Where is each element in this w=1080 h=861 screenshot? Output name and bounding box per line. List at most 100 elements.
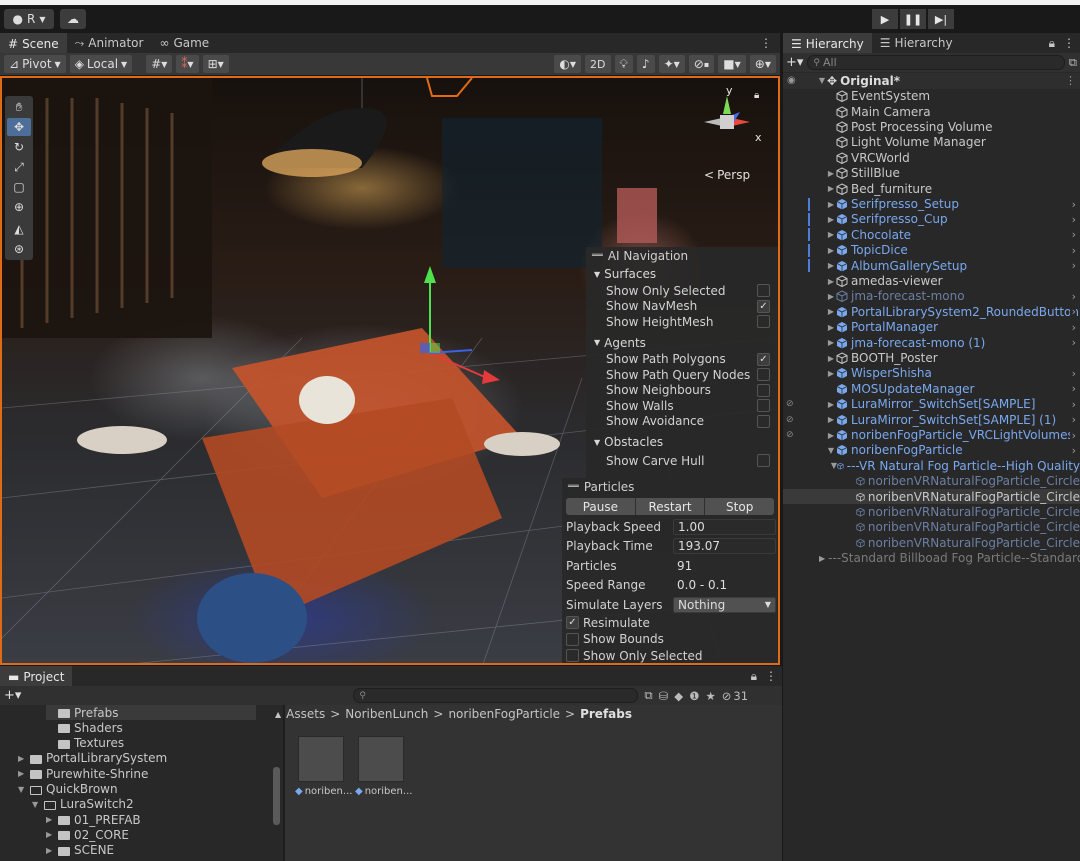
nav-option-checkbox[interactable] bbox=[757, 383, 770, 397]
particles-restart-button[interactable]: Restart bbox=[636, 498, 706, 515]
filter-type-icon[interactable]: ⛁ bbox=[659, 689, 669, 703]
play-button[interactable]: ▶ bbox=[872, 9, 898, 29]
orientation-gizmo[interactable]: y x bbox=[692, 84, 762, 148]
chevron-down-icon[interactable]: ▼ bbox=[817, 76, 827, 85]
playback-time-field[interactable]: 193.07 bbox=[673, 538, 776, 555]
nav-option-checkbox[interactable] bbox=[757, 284, 770, 298]
playback-speed-field[interactable]: 1.00 bbox=[673, 518, 776, 535]
effects-dropdown[interactable]: ✦ ▼ bbox=[658, 55, 685, 73]
particles-stop-button[interactable]: Stop bbox=[705, 498, 774, 515]
folder-tree-item[interactable]: Textures bbox=[46, 736, 124, 751]
hierarchy-item[interactable]: ▶ ---Standard Billboad Fog Particle--Stan… bbox=[783, 551, 1080, 567]
breadcrumb-item[interactable]: NoribenLunch bbox=[345, 707, 428, 721]
open-prefab-chevron-icon[interactable]: › bbox=[1069, 305, 1076, 319]
hierarchy-item[interactable]: EventSystem bbox=[783, 89, 1080, 105]
tab-animator[interactable]: ⤳ Animator bbox=[67, 33, 152, 53]
hierarchy-item[interactable]: ▶ Serifpresso_Cup › bbox=[783, 212, 1080, 228]
hierarchy-item[interactable]: ▶ AlbumGallerySetup › bbox=[783, 258, 1080, 274]
nav-option-checkbox[interactable] bbox=[757, 399, 770, 413]
folder-tree-item[interactable]: ▼ LuraSwitch2 bbox=[32, 797, 134, 812]
chevron-right-icon[interactable]: ▶ bbox=[826, 415, 836, 424]
asset-label[interactable]: ◆ noriben... bbox=[355, 786, 412, 797]
hierarchy-item[interactable]: ▶ StillBlue bbox=[783, 166, 1080, 182]
hierarchy-item[interactable]: noribenVRNaturalFogParticle_Circle bbox=[783, 504, 1080, 520]
resimulate-toggle[interactable]: ✓ Resimulate bbox=[562, 615, 778, 632]
chevron-right-icon[interactable]: ▶ bbox=[826, 246, 836, 255]
hierarchy-menu-button[interactable]: ⋮ bbox=[1058, 33, 1080, 53]
chevron-right-icon[interactable]: ▶ bbox=[826, 215, 836, 224]
visibility-toggle[interactable]: ⊘ ▪ bbox=[688, 55, 715, 73]
hierarchy-item[interactable]: ▶ Bed_furniture bbox=[783, 181, 1080, 197]
cloud-button[interactable]: ☁ bbox=[60, 9, 86, 29]
folder-tree-item[interactable]: ▶ Purewhite-Shrine bbox=[18, 766, 148, 781]
chevron-right-icon[interactable]: ▶ bbox=[826, 431, 836, 440]
resimulate-checkbox[interactable]: ✓ bbox=[566, 616, 579, 630]
hierarchy-item[interactable]: VRCWorld bbox=[783, 150, 1080, 166]
audio-toggle[interactable]: ♪ bbox=[636, 55, 655, 73]
open-prefab-chevron-icon[interactable]: › bbox=[1069, 320, 1076, 334]
custom-tool-2[interactable]: ⊛ bbox=[7, 240, 31, 258]
open-prefab-chevron-icon[interactable]: › bbox=[1069, 413, 1076, 427]
chevron-right-icon[interactable]: ▶ bbox=[826, 230, 836, 239]
particles-pause-button[interactable]: Pause bbox=[566, 498, 636, 515]
tab-game[interactable]: ∞ Game bbox=[151, 33, 217, 53]
hierarchy-item[interactable]: ▶ Serifpresso_Setup › bbox=[783, 196, 1080, 212]
chevron-up-icon[interactable]: ▲ bbox=[275, 710, 281, 719]
chevron-right-icon[interactable]: ▶ bbox=[826, 307, 836, 316]
local-dropdown[interactable]: ◈ Local ▼ bbox=[69, 55, 133, 73]
warning-filter-icon[interactable]: ❶ bbox=[689, 689, 699, 703]
breadcrumb-item[interactable]: noribenFogParticle bbox=[448, 707, 560, 721]
hierarchy-item[interactable]: ▶ amedas-viewer bbox=[783, 273, 1080, 289]
chevron-right-icon[interactable]: ▶ bbox=[826, 200, 836, 209]
hierarchy-item[interactable]: ▶ PortalManager › bbox=[783, 320, 1080, 336]
asset-thumbnail[interactable] bbox=[298, 736, 344, 782]
open-prefab-chevron-icon[interactable]: › bbox=[1069, 428, 1076, 442]
camera-dropdown[interactable]: ■ ▼ bbox=[718, 55, 746, 73]
hierarchy-item[interactable]: MOSUpdateManager › bbox=[783, 381, 1080, 397]
hierarchy-search-input[interactable]: ⚲ All bbox=[807, 55, 1065, 70]
chevron-right-icon[interactable]: ▶ bbox=[46, 830, 58, 839]
mode-2d-toggle[interactable]: 2D bbox=[585, 55, 611, 73]
account-dropdown[interactable]: ● R ▼ bbox=[4, 9, 54, 29]
nav-option-checkbox[interactable]: ✓ bbox=[757, 299, 770, 313]
rotate-tool[interactable]: ↻ bbox=[7, 138, 31, 156]
chevron-right-icon[interactable]: ▶ bbox=[18, 754, 30, 763]
project-lock-button[interactable]: 🔒︎ bbox=[748, 666, 760, 686]
nav-option-row[interactable]: Show NavMesh ✓ bbox=[586, 299, 778, 315]
folder-tree-item[interactable]: ▶ 02_CORE bbox=[46, 827, 129, 842]
chevron-right-icon[interactable]: ▶ bbox=[46, 846, 58, 855]
tab-menu-button[interactable]: ⋮ bbox=[752, 33, 780, 53]
chevron-right-icon[interactable]: ▶ bbox=[826, 338, 836, 347]
folder-tree-item[interactable]: Shaders bbox=[46, 720, 123, 735]
more-vert-icon[interactable]: ⋮ bbox=[1065, 74, 1076, 87]
chevron-down-icon[interactable]: ▼ bbox=[32, 800, 44, 809]
hierarchy-item[interactable]: noribenVRNaturalFogParticle_Circle bbox=[783, 535, 1080, 551]
hierarchy-item[interactable]: ▶ TopicDice › bbox=[783, 243, 1080, 259]
hierarchy-item[interactable]: ▶ PortalLibrarySystem2_RoundedButton › bbox=[783, 304, 1080, 320]
open-prefab-chevron-icon[interactable]: › bbox=[1069, 289, 1076, 303]
nav-option-row[interactable]: Show Path Query Nodes bbox=[586, 367, 778, 383]
particles-header[interactable]: ══ Particles bbox=[562, 478, 778, 496]
tab-scene[interactable]: # Scene bbox=[0, 33, 67, 53]
open-prefab-chevron-icon[interactable]: › bbox=[1069, 336, 1076, 350]
gizmos-dropdown[interactable]: ⊕ ▼ bbox=[749, 55, 776, 73]
chevron-right-icon[interactable]: ▶ bbox=[826, 369, 836, 378]
nav-option-checkbox[interactable] bbox=[757, 454, 770, 468]
scene-viewport[interactable]: y x 🔒︎ < Persp ✋︎ ✥ ↻ ⤢ ▢ ⊕ ◭ ⊛ ══ AI Na… bbox=[0, 76, 780, 665]
chevron-right-icon[interactable]: ▶ bbox=[46, 815, 58, 824]
hand-tool[interactable]: ✋︎ bbox=[7, 98, 31, 116]
nav-option-checkbox[interactable] bbox=[757, 368, 770, 382]
obstacles-section[interactable]: ▼ Obstacles bbox=[586, 433, 778, 451]
search-window-icon[interactable]: ⧉ bbox=[644, 688, 652, 703]
nav-option-row[interactable]: Show Only Selected bbox=[586, 283, 778, 299]
hierarchy-item[interactable]: ▶ Chocolate › bbox=[783, 227, 1080, 243]
rect-tool[interactable]: ▢ bbox=[7, 178, 31, 196]
hierarchy-item[interactable]: ⊘ ▶ noribenFogParticle_VRCLightVolumes › bbox=[783, 427, 1080, 443]
hierarchy-item[interactable]: Post Processing Volume bbox=[783, 119, 1080, 135]
chevron-right-icon[interactable]: ▶ bbox=[826, 400, 836, 409]
nav-option-row[interactable]: Show Neighbours bbox=[586, 383, 778, 399]
scene-root[interactable]: ◉ ▼ ✥ Original* ⋮ bbox=[783, 73, 1080, 89]
chevron-right-icon[interactable]: ▶ bbox=[826, 292, 836, 301]
hierarchy-item[interactable]: Light Volume Manager bbox=[783, 135, 1080, 151]
visibility-icon[interactable]: ⊘ bbox=[783, 430, 803, 440]
